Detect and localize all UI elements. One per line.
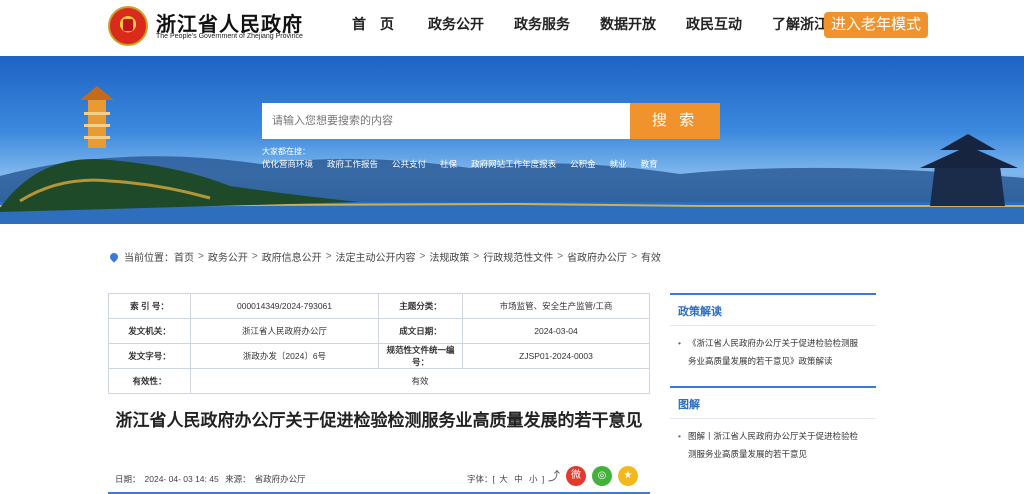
policy-title: 政策解读 [678,306,722,318]
norm-no-label: 规范性文件统一编号： [378,343,463,369]
source-label: 来源： [225,474,251,484]
article-meta: 日期： 2024- 04- 03 14: 45 来源： 省政府办公厅 [115,473,310,485]
issuer-label: 发文机关： [108,318,191,344]
weibo-icon[interactable]: 微 [566,466,586,486]
main-nav: 首页 政务公开 政务服务 数据开放 政民互动 了解浙江 [352,14,858,34]
breadcrumb-item[interactable]: 有效 [641,249,661,264]
font-size-close: ] [541,474,545,484]
category-value: 市场监管、安全生产监管/工商 [462,293,650,319]
date-label: 成文日期： [378,318,463,344]
breadcrumb-prefix: 当前位置： [124,253,174,264]
publish-date: 2024- 04- 03 14: 45 [144,474,219,484]
site-subtitle: The People's Government of Zhejiang Prov… [156,33,303,40]
hot-link[interactable]: 教育 [641,158,658,170]
category-label: 主题分类： [378,293,463,319]
table-row: 发文机关： 浙江省人民政府办公厅 成文日期： 2024-03-04 [108,318,650,344]
graphic-title: 图解 [678,399,700,411]
breadcrumb-separator: > [631,251,637,262]
validity-value: 有效 [190,368,650,394]
wechat-icon[interactable]: ◎ [592,466,612,486]
hot-link[interactable]: 就业 [610,158,627,170]
hot-link[interactable]: 政府网站工作年度报表 [471,158,556,170]
west-lake-scenery [0,86,1024,224]
hot-link[interactable]: 公共支付 [392,158,426,170]
hot-link[interactable]: 公积金 [570,158,596,170]
table-row: 发文字号： 浙政办发〔2024〕6号 规范性文件统一编号： ZJSP01-202… [108,343,650,369]
doc-no-value: 浙政办发〔2024〕6号 [190,343,379,369]
hot-search-label: 大家都在搜： [262,147,310,156]
nav-interaction[interactable]: 政民互动 [686,14,742,34]
breadcrumb-item[interactable]: 政务公开 [208,249,248,264]
breadcrumb-separator: > [198,251,204,262]
hot-link[interactable]: 政府工作报告 [327,158,378,170]
validity-label: 有效性： [108,368,191,394]
breadcrumb-item[interactable]: 法规政策 [429,249,469,264]
policy-interpretation-panel: 政策解读 《浙江省人民政府办公厅关于促进检验检测服务业高质量发展的若干意见》政策… [670,293,876,378]
nav-open-data[interactable]: 数据开放 [600,14,656,34]
search-input[interactable] [262,103,630,139]
date-label: 日期： [115,474,141,484]
hot-link[interactable]: 社保 [440,158,457,170]
table-row: 有效性： 有效 [108,368,650,394]
article-title: 浙江省人民政府办公厅关于促进检验检测服务业高质量发展的若干意见 [115,411,643,430]
font-size-label: 字体：[ [467,474,495,484]
search-button[interactable]: 搜 索 [630,103,720,139]
breadcrumb-separator: > [473,251,480,262]
source-value: 省政府办公厅 [254,474,306,484]
share-bar: ⤴ 微 ◎ ★ [548,466,638,486]
breadcrumb-separator: > [325,251,332,262]
norm-no-value: ZJSP01-2024-0003 [462,343,650,369]
graphic-interpretation-panel: 图解 图解丨浙江省人民政府办公厅关于促进检验检测服务业高质量发展的若干意见 [670,386,876,470]
breadcrumb-separator: > [557,251,564,262]
font-size-switcher: 字体：[ 大 中 小 ] [467,473,544,485]
qzone-icon[interactable]: ★ [618,466,638,486]
hot-link[interactable]: 优化营商环境 [262,158,313,170]
font-size-small[interactable]: 小 [529,474,538,484]
date-value: 2024-03-04 [462,318,650,344]
breadcrumb-item[interactable]: 首页 [174,249,194,264]
policy-link[interactable]: 《浙江省人民政府办公厅关于促进检验检测服务业高质量发展的若干意见》政策解读 [670,326,876,370]
index-label: 索 引 号： [108,293,191,319]
hero-banner: 搜 索 大家都在搜： 优化营商环境 政府工作报告 公共支付 社保 政府网站工作年… [0,56,1024,224]
share-icon[interactable]: ⤴ [548,470,560,482]
hot-search-links: 优化营商环境 政府工作报告 公共支付 社保 政府网站工作年度报表 公积金 就业 … [262,158,672,170]
nav-home[interactable]: 首页 [352,14,408,34]
location-pin-icon [108,250,120,263]
nav-government-affairs[interactable]: 政务公开 [428,14,484,34]
doc-no-label: 发文字号： [108,343,191,369]
breadcrumb: 当前位置： 首页 > 政务公开 > 政府信息公开 > 法定主动公开内容 > 法规… [108,249,661,264]
nav-government-services[interactable]: 政务服务 [514,14,570,34]
nav-about-zhejiang[interactable]: 了解浙江 [772,14,828,34]
index-value: 000014349/2024-793061 [190,293,379,319]
breadcrumb-separator: > [251,251,258,262]
breadcrumb-item[interactable]: 行政规范性文件 [483,249,553,264]
table-row: 索 引 号： 000014349/2024-793061 主题分类： 市场监管、… [108,293,650,319]
document-info-table: 索 引 号： 000014349/2024-793061 主题分类： 市场监管、… [108,293,650,394]
graphic-link[interactable]: 图解丨浙江省人民政府办公厅关于促进检验检测服务业高质量发展的若干意见 [670,419,876,463]
breadcrumb-item[interactable]: 省政府办公厅 [567,249,627,264]
elder-mode-button[interactable]: 进入老年模式 [824,12,928,38]
breadcrumb-item[interactable]: 法定主动公开内容 [336,249,416,264]
breadcrumb-separator: > [419,251,426,262]
font-size-large[interactable]: 大 [499,474,508,484]
national-emblem-logo[interactable] [108,6,148,46]
breadcrumb-item[interactable]: 政府信息公开 [262,249,322,264]
site-header: 浙江省人民政府 The People's Government of Zheji… [0,0,1024,56]
issuer-value: 浙江省人民政府办公厅 [190,318,379,344]
font-size-medium[interactable]: 中 [514,474,523,484]
